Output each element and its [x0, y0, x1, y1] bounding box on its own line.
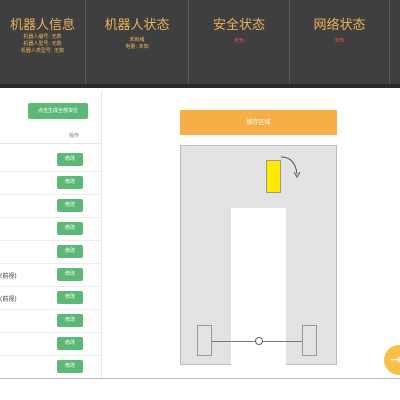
right-shelf-slot[interactable] — [302, 325, 317, 356]
edit-button[interactable]: 修改 — [57, 291, 83, 304]
location-list-panel: 点击生成全部货位 操作 修改 修改 修改 修改 修改 (前视) 修改 (前视) … — [0, 92, 102, 379]
edit-button[interactable]: 修改 — [57, 314, 83, 327]
robot-info-line: 机器人型号: 无数 — [23, 41, 62, 47]
edit-button[interactable]: 修改 — [57, 222, 83, 235]
network-status-panel: 网络状态 未知 — [290, 0, 390, 84]
edit-button[interactable]: 修改 — [57, 337, 83, 350]
ops-column-header: 操作 — [68, 133, 79, 139]
table-row: 修改 — [0, 218, 102, 241]
robot-status-panel: 机器人状态 未就绪 电量: 未知 — [86, 0, 189, 84]
buffer-zone-banner: 缓存区域 — [180, 110, 337, 135]
network-status-title: 网络状态 — [313, 18, 366, 33]
row-label: (前视) — [0, 296, 17, 303]
edit-button[interactable]: 修改 — [57, 360, 83, 373]
arrow-right-icon: → — [390, 352, 400, 368]
network-status-value: 未知 — [334, 38, 345, 44]
next-fab-button[interactable]: → — [384, 345, 400, 375]
table-row: 修改 — [0, 356, 102, 379]
table-row: 修改 — [0, 241, 102, 264]
table-row: 修改 — [0, 149, 102, 172]
robot-info-panel: 机器人信息 机器人编号: 无数 机器人型号: 无数 机器人类型号: 无数 — [0, 0, 86, 84]
rotate-arrow-icon — [280, 156, 301, 178]
table-header-divider — [0, 143, 102, 144]
table-row: 修改 — [0, 310, 102, 333]
edit-button[interactable]: 修改 — [57, 176, 83, 189]
track-node[interactable] — [255, 337, 263, 345]
generate-all-locations-button[interactable]: 点击生成全部货位 — [28, 103, 88, 119]
edit-button[interactable]: 修改 — [57, 153, 83, 166]
bottom-bar — [0, 378, 400, 400]
header-overflow-panel — [390, 0, 400, 84]
robot-info-line: 机器人编号: 无数 — [23, 34, 62, 40]
edit-button[interactable]: 修改 — [57, 268, 83, 281]
edit-button[interactable]: 修改 — [57, 245, 83, 258]
table-row: 修改 — [0, 195, 102, 218]
table-row: 修改 — [0, 333, 102, 356]
robot-status-line: 未就绪 — [129, 37, 145, 43]
robot-info-title: 机器人信息 — [9, 18, 75, 33]
table-row: (前视) 修改 — [0, 287, 102, 310]
robot-status-line: 电量: 未知 — [125, 44, 149, 50]
robot-info-line: 机器人类型号: 无数 — [20, 48, 65, 54]
left-shelf-slot[interactable] — [197, 325, 212, 356]
row-label: (前视) — [0, 273, 17, 280]
safety-status-title: 安全状态 — [212, 18, 265, 33]
table-row: (前视) 修改 — [0, 264, 102, 287]
robot-status-title: 机器人状态 — [104, 18, 170, 33]
safety-status-panel: 安全状态 未知 — [189, 0, 290, 84]
safety-status-value: 未知 — [233, 38, 244, 44]
table-row: 修改 — [0, 172, 102, 195]
top-status-bar: 机器人信息 机器人编号: 无数 机器人型号: 无数 机器人类型号: 无数 机器人… — [0, 0, 400, 88]
edit-button[interactable]: 修改 — [57, 199, 83, 212]
